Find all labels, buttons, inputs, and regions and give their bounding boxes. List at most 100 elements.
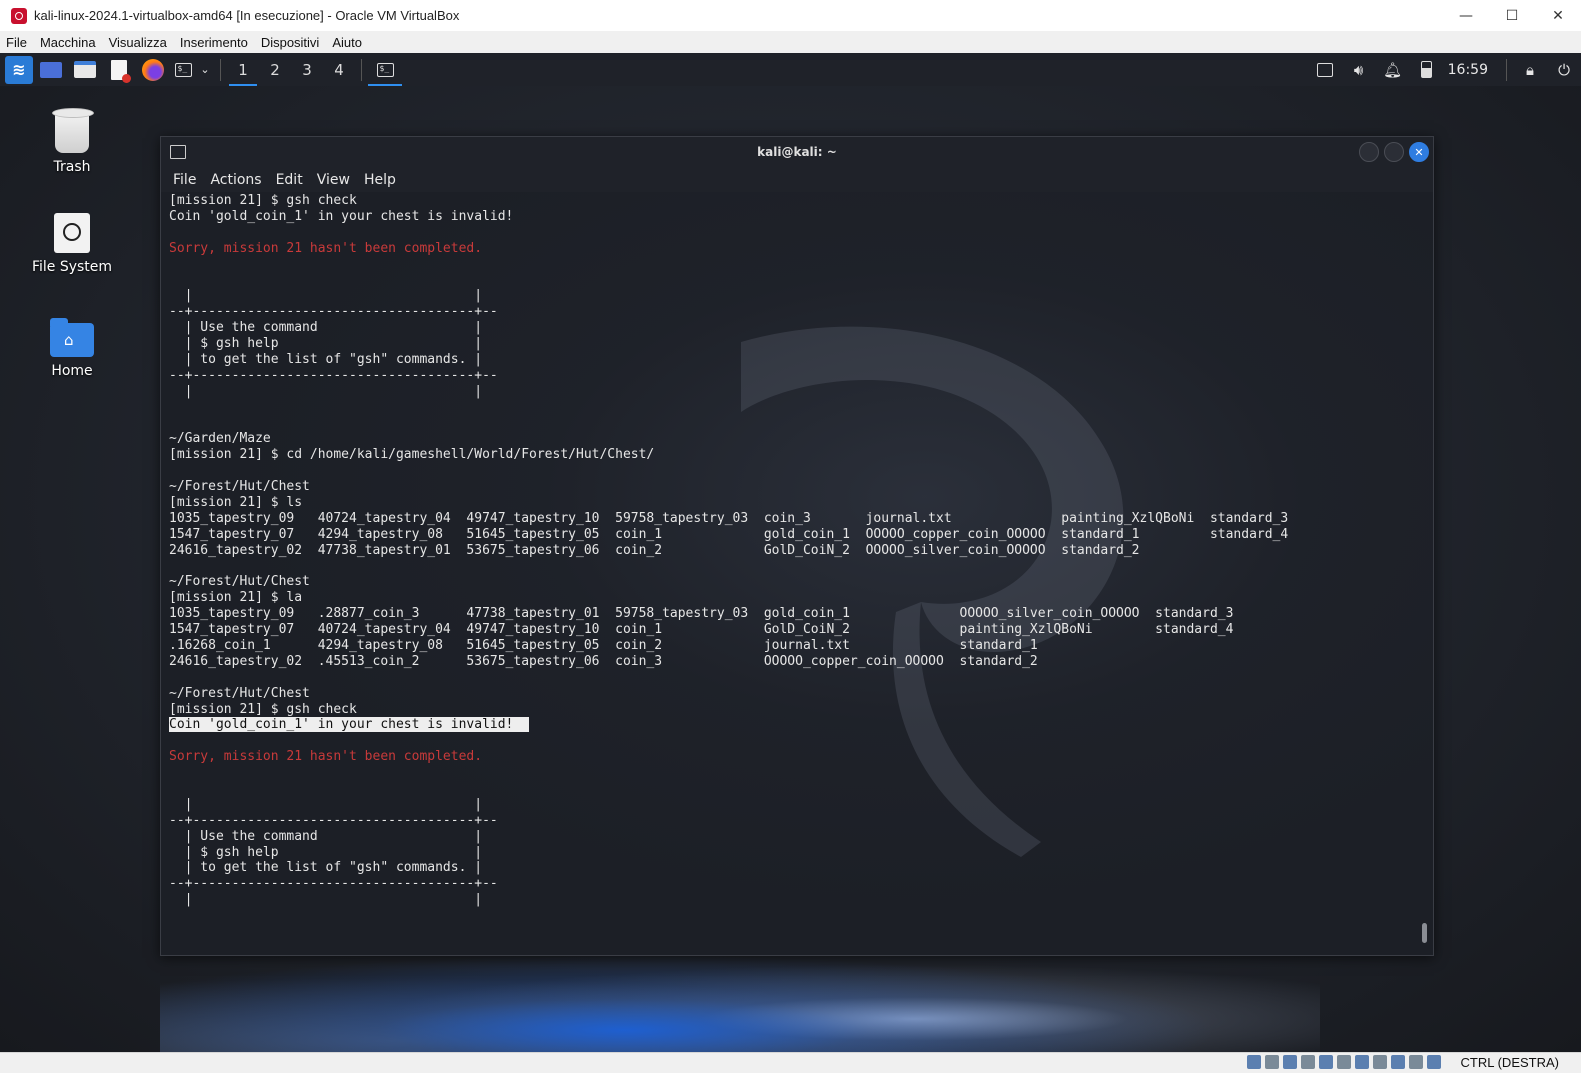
maximize-button[interactable]: ☐ bbox=[1489, 0, 1535, 31]
terminal-line-text: 24616_tapestry_02 47738_tapestry_01 5367… bbox=[169, 542, 1140, 558]
menu-file[interactable]: File bbox=[1, 35, 34, 50]
workspace-2[interactable]: 2 bbox=[259, 53, 291, 86]
menu-macchina[interactable]: Macchina bbox=[35, 35, 103, 50]
show-desktop-launcher[interactable] bbox=[34, 53, 68, 86]
terminal-line: 24616_tapestry_02 .45513_coin_2 53675_ta… bbox=[169, 654, 1288, 670]
terminal-line-text: | to get the list of "gsh" commands. | bbox=[169, 860, 483, 876]
drive-icon bbox=[54, 213, 90, 253]
file-manager-launcher[interactable] bbox=[68, 53, 102, 86]
cpu-icon[interactable] bbox=[1391, 1055, 1405, 1069]
terminal-menu-file[interactable]: File bbox=[167, 172, 204, 188]
mouse-integration-icon[interactable] bbox=[1409, 1055, 1423, 1069]
terminal-line: | to get the list of "gsh" commands. | bbox=[169, 352, 1288, 368]
menu-aiuto[interactable]: Aiuto bbox=[327, 35, 369, 50]
terminal-line: Coin 'gold_coin_1' in your chest is inva… bbox=[169, 717, 1288, 733]
terminal-line-text: | | bbox=[169, 383, 483, 399]
terminal-line: Sorry, mission 21 hasn't been completed. bbox=[169, 241, 1288, 257]
terminal-line: | | bbox=[169, 892, 1288, 908]
kali-menu-button[interactable]: ≋ bbox=[0, 53, 34, 86]
host-title-bar: kali-linux-2024.1-virtualbox-amd64 [In e… bbox=[0, 0, 1581, 32]
terminal-menu-actions[interactable]: Actions bbox=[204, 172, 269, 188]
terminal-line: 24616_tapestry_02 47738_tapestry_01 5367… bbox=[169, 543, 1288, 559]
terminal-line-text: .16268_coin_1 4294_tapestry_08 51645_tap… bbox=[169, 637, 1038, 653]
terminal-line: | $ gsh help | bbox=[169, 336, 1288, 352]
terminal-icon bbox=[170, 145, 186, 159]
notifications-icon[interactable]: 🔔︎ bbox=[1376, 53, 1410, 86]
lock-icon[interactable]: 🔒︎ bbox=[1513, 53, 1547, 86]
battery-icon[interactable] bbox=[1410, 53, 1444, 86]
terminal-line-text: | $ gsh help | bbox=[169, 844, 483, 860]
terminal-minimize-button[interactable] bbox=[1359, 142, 1379, 162]
terminal-line-text: | | bbox=[169, 892, 483, 908]
desktop-icon-file-system[interactable]: File System bbox=[17, 213, 127, 275]
terminal-line: | Use the command | bbox=[169, 320, 1288, 336]
terminal-line-text: --+------------------------------------+… bbox=[169, 304, 498, 320]
audio-icon[interactable] bbox=[1283, 1055, 1297, 1069]
terminal-line-text: --+------------------------------------+… bbox=[169, 367, 498, 383]
desktop-icon-trash[interactable]: Trash bbox=[17, 108, 127, 175]
display-icon[interactable] bbox=[1355, 1055, 1369, 1069]
terminal-menu-edit[interactable]: Edit bbox=[270, 172, 311, 188]
terminal-line-text: [mission 21] $ la bbox=[169, 590, 303, 606]
terminal-line: ~/Forest/Hut/Chest bbox=[169, 574, 1288, 590]
terminal-icon: $_ bbox=[174, 62, 192, 77]
desktop-icon-home[interactable]: ⌂ Home bbox=[17, 318, 127, 379]
keyboard-icon[interactable] bbox=[1427, 1055, 1441, 1069]
desktop-icon-label: Trash bbox=[53, 159, 91, 175]
terminal-line: .16268_coin_1 4294_tapestry_08 51645_tap… bbox=[169, 638, 1288, 654]
terminal-close-button[interactable]: ✕ bbox=[1409, 142, 1429, 162]
chevron-down-icon[interactable]: ⌄ bbox=[196, 53, 214, 86]
host-status-bar: CTRL (DESTRA) bbox=[0, 1052, 1581, 1073]
terminal-title-bar[interactable]: kali@kali: ~ ✕ bbox=[161, 137, 1433, 167]
terminal-line-text: 1547_tapestry_07 4294_tapestry_08 51645_… bbox=[169, 526, 1289, 542]
terminal-launcher[interactable]: $_ bbox=[170, 53, 196, 86]
panel-separator bbox=[220, 58, 221, 81]
terminal-menu-view[interactable]: View bbox=[311, 172, 358, 188]
firefox-launcher[interactable] bbox=[136, 53, 170, 86]
terminal-line: | | bbox=[169, 797, 1288, 813]
terminal-line-text: [mission 21] $ ls bbox=[169, 494, 303, 510]
terminal-maximize-button[interactable] bbox=[1384, 142, 1404, 162]
terminal-scrollbar[interactable] bbox=[1422, 923, 1427, 943]
panel-clock[interactable]: 16:59 bbox=[1444, 62, 1500, 78]
volume-icon[interactable]: 🔊︎ bbox=[1342, 53, 1376, 86]
terminal-window[interactable]: kali@kali: ~ ✕ File Actions Edit View He… bbox=[160, 136, 1434, 956]
terminal-line-text: [mission 21] $ gsh check bbox=[169, 193, 357, 208]
menu-dispositivi[interactable]: Dispositivi bbox=[256, 35, 327, 50]
terminal-line: --+------------------------------------+… bbox=[169, 876, 1288, 892]
terminal-menu-help[interactable]: Help bbox=[358, 172, 404, 188]
minimize-button[interactable]: — bbox=[1443, 0, 1489, 31]
text-editor-launcher[interactable] bbox=[102, 53, 136, 86]
workspace-4[interactable]: 4 bbox=[323, 53, 355, 86]
menu-inserimento[interactable]: Inserimento bbox=[175, 35, 255, 50]
workspace-1[interactable]: 1 bbox=[227, 53, 259, 86]
logout-icon[interactable]: ⏻ bbox=[1547, 53, 1581, 86]
terminal-line: | to get the list of "gsh" commands. | bbox=[169, 860, 1288, 876]
workspace-3[interactable]: 3 bbox=[291, 53, 323, 86]
network-icon[interactable] bbox=[1308, 53, 1342, 86]
terminal-line: 1547_tapestry_07 40724_tapestry_04 49747… bbox=[169, 622, 1288, 638]
terminal-line: [mission 21] $ gsh check bbox=[169, 193, 1288, 209]
network-adapter-icon[interactable] bbox=[1301, 1055, 1315, 1069]
recording-icon[interactable] bbox=[1373, 1055, 1387, 1069]
terminal-line: 1035_tapestry_09 .28877_coin_3 47738_tap… bbox=[169, 606, 1288, 622]
optical-drive-icon[interactable] bbox=[1265, 1055, 1279, 1069]
terminal-line: 1547_tapestry_07 4294_tapestry_08 51645_… bbox=[169, 527, 1288, 543]
terminal-line: ~/Garden/Maze bbox=[169, 431, 1288, 447]
close-button[interactable]: ✕ bbox=[1535, 0, 1581, 31]
shared-folders-icon[interactable] bbox=[1337, 1055, 1351, 1069]
host-menu-bar: File Macchina Visualizza Inserimento Dis… bbox=[0, 31, 1581, 53]
taskbar-terminal-window[interactable]: $_ bbox=[368, 53, 402, 86]
hard-disk-icon[interactable] bbox=[1247, 1055, 1261, 1069]
menu-visualizza[interactable]: Visualizza bbox=[104, 35, 174, 50]
terminal-line: --+------------------------------------+… bbox=[169, 304, 1288, 320]
terminal-output[interactable]: [mission 21] $ gsh check Coin 'gold_coin_… bbox=[161, 192, 1433, 955]
terminal-line-text: [mission 21] $ cd /home/kali/gameshell/W… bbox=[169, 447, 655, 463]
usb-icon[interactable] bbox=[1319, 1055, 1333, 1069]
terminal-line-text: 24616_tapestry_02 .45513_coin_2 53675_ta… bbox=[169, 653, 1038, 669]
terminal-line: [mission 21] $ la bbox=[169, 590, 1288, 606]
